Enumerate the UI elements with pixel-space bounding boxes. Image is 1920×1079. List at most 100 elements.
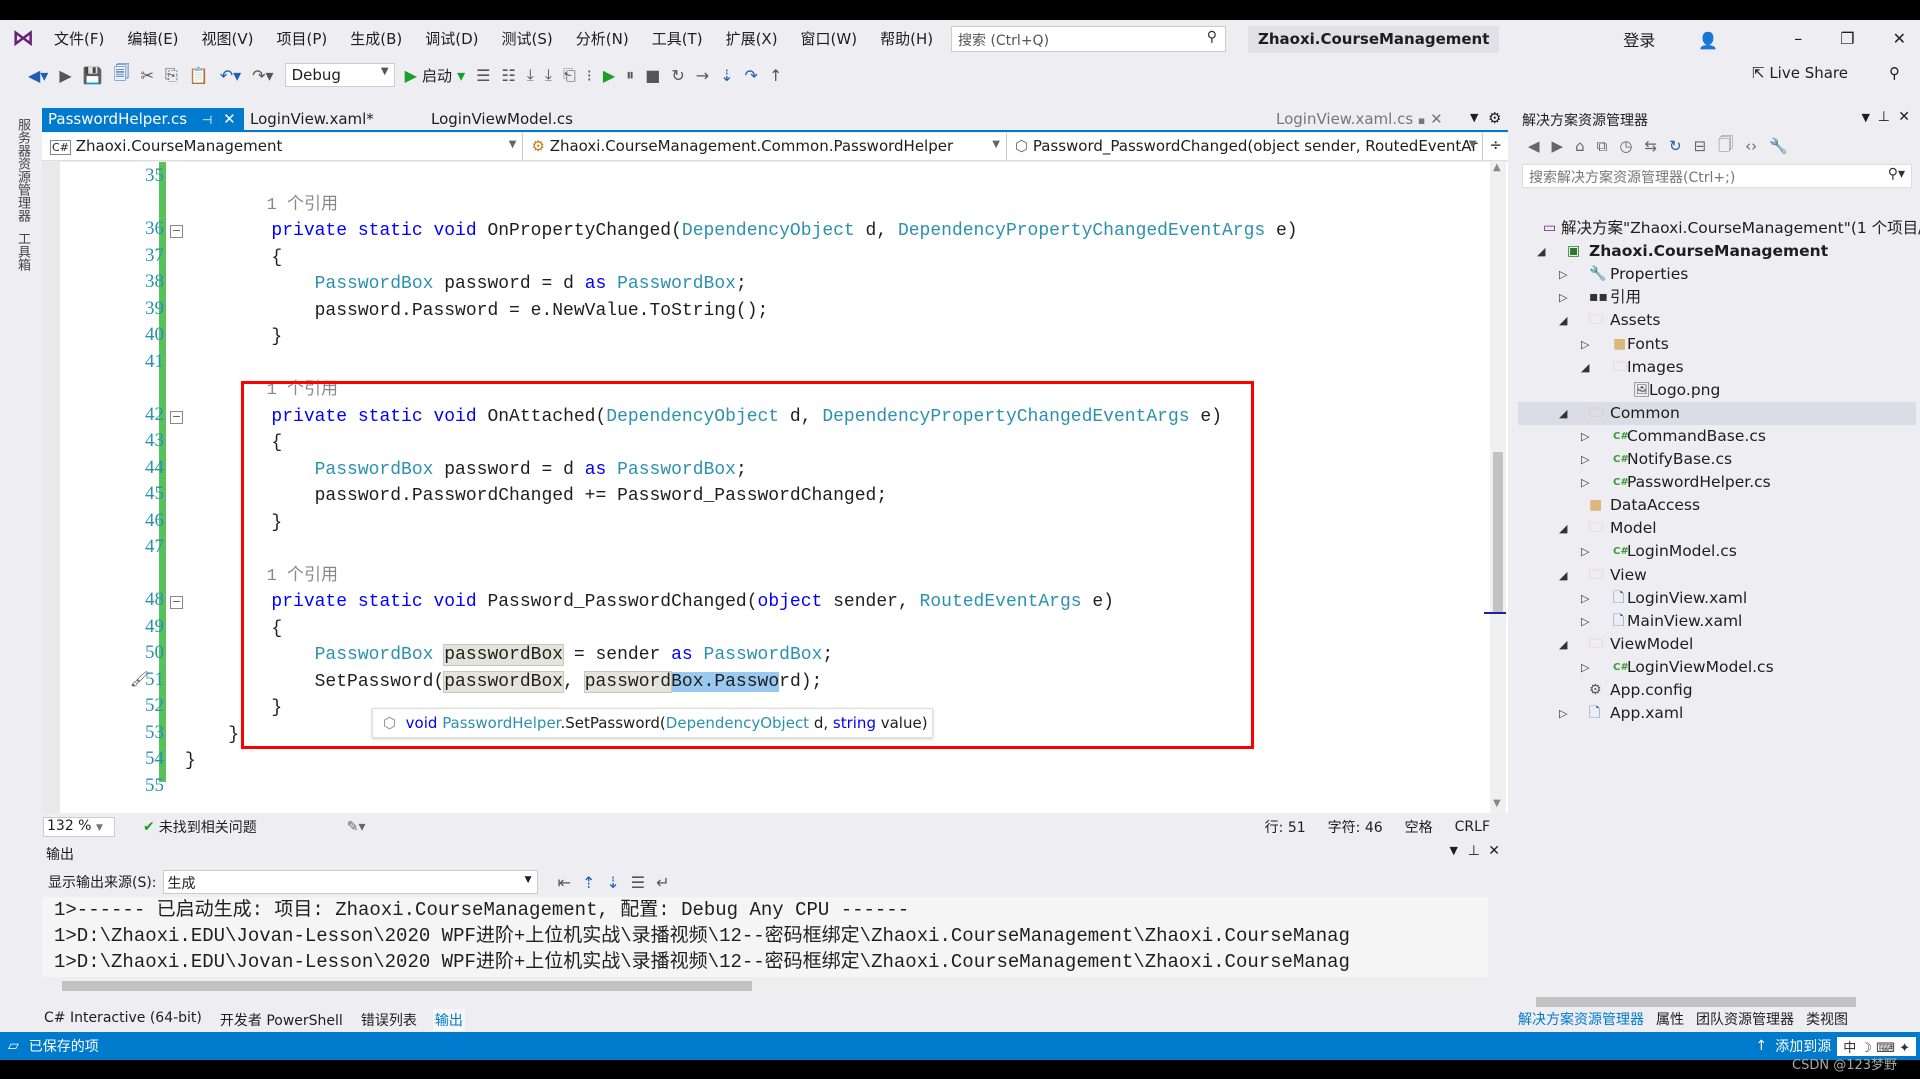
restore-button[interactable]: ❐ [1840, 29, 1854, 48]
tab-developer-powershell[interactable]: 开发者 PowerShell [218, 1009, 345, 1031]
tree-node[interactable]: ▷ 🗋 MainView.xaml [1518, 610, 1916, 633]
expanded-arrow-icon[interactable]: ◢ [1559, 309, 1567, 332]
member-dropdown[interactable]: ⬡ Password_PasswordChanged(object sender… [1007, 133, 1484, 160]
pending-changes-icon[interactable]: ◷ [1619, 137, 1632, 155]
configuration-dropdown[interactable]: Debug ▼ [284, 63, 395, 87]
tree-node[interactable]: ▷ C# LoginModel.cs [1518, 540, 1916, 563]
tree-node[interactable]: ■ DataAccess [1518, 494, 1916, 517]
comment-icon[interactable]: ☰ [476, 66, 490, 85]
home-icon[interactable]: ⌂ [1575, 137, 1585, 155]
menu-item[interactable]: 窗口(W) [801, 28, 858, 49]
class-dropdown[interactable]: ⚙ Zhaoxi.CourseManagement.Common.Passwor… [523, 133, 1007, 160]
scroll-down-icon[interactable]: ▼ [1493, 798, 1501, 809]
collapse-icon[interactable]: − [170, 596, 183, 609]
tab-class-view[interactable]: 类视图 [1806, 1009, 1848, 1029]
continue-icon[interactable]: ▶ [603, 66, 615, 85]
menu-item[interactable]: 分析(N) [576, 28, 629, 49]
cut-icon[interactable]: ✂ [141, 66, 154, 85]
editor-vertical-scrollbar[interactable]: ▲ ▼ [1484, 162, 1506, 813]
close-panel-icon[interactable]: ✕ [1898, 109, 1910, 125]
expanded-arrow-icon[interactable]: ◢ [1537, 240, 1545, 263]
menu-item[interactable]: 项目(P) [277, 28, 328, 49]
collapsed-arrow-icon[interactable]: ▷ [1559, 702, 1567, 725]
menu-item[interactable]: 帮助(H) [880, 28, 933, 49]
paste-icon[interactable]: 📋 [189, 66, 209, 85]
expanded-arrow-icon[interactable]: ◢ [1559, 517, 1567, 540]
collapse-icon[interactable]: − [170, 225, 183, 238]
bookmark-icon[interactable]: ⎗ [563, 65, 576, 85]
refresh-icon[interactable]: ↻ [1669, 137, 1682, 155]
menu-item[interactable]: 扩展(X) [726, 28, 778, 49]
tree-node[interactable]: ▷ ■ Fonts [1518, 333, 1916, 356]
close-tab-icon[interactable]: ✕ [223, 110, 236, 128]
tree-node[interactable]: ▷ 🗋 LoginView.xaml [1518, 587, 1916, 610]
word-wrap-icon[interactable]: ↵ [656, 873, 669, 892]
expanded-arrow-icon[interactable]: ◢ [1559, 633, 1567, 656]
tree-node[interactable]: ▭ 解决方案"Zhaoxi.CourseManagement"(1 个项目/共 [1518, 217, 1920, 240]
search-input[interactable]: 搜索 (Ctrl+Q) ⚲ [951, 26, 1226, 52]
line-ending-indicator[interactable]: CRLF [1455, 819, 1490, 835]
whitespace-indicator[interactable]: 空格 [1405, 817, 1433, 837]
menu-item[interactable]: 测试(S) [502, 28, 553, 49]
breakpoint-icon[interactable]: ⁝ [587, 66, 592, 85]
step-into-icon[interactable]: ⤓ [527, 65, 534, 85]
back-icon[interactable]: ◀ [1528, 137, 1540, 155]
forward-icon[interactable]: ▶ [1552, 137, 1564, 155]
close-window-button[interactable]: ✕ [1893, 29, 1906, 48]
collapsed-arrow-icon[interactable]: ▷ [1581, 425, 1589, 448]
minimize-button[interactable]: – [1794, 29, 1802, 48]
issues-status[interactable]: 未找到相关问题 [159, 817, 257, 837]
collapsed-arrow-icon[interactable]: ▷ [1581, 448, 1589, 471]
close-panel-icon[interactable]: ✕ [1488, 843, 1500, 859]
next-message-icon[interactable]: ⇣ [606, 873, 619, 892]
expanded-arrow-icon[interactable]: ◢ [1559, 564, 1567, 587]
code-editor[interactable]: 35 1 个引用 36− private static void OnProper… [42, 162, 1508, 813]
switch-views-icon[interactable]: ⧉ [1597, 137, 1608, 155]
tree-node[interactable]: ◢ 🗀 Common [1518, 401, 1916, 425]
tree-node[interactable]: ▷ 🔧 Properties [1518, 263, 1916, 286]
show-all-files-icon[interactable]: 🗍 [1718, 134, 1733, 159]
tree-node[interactable]: 🖼 Logo.png [1518, 379, 1916, 402]
clear-all-icon[interactable]: ☰ [631, 873, 645, 892]
tab-list-dropdown-icon[interactable]: ▼ [1470, 111, 1478, 124]
menu-item[interactable]: 调试(D) [425, 28, 478, 49]
menu-item[interactable]: 视图(V) [202, 28, 254, 49]
tab-team-explorer[interactable]: 团队资源管理器 [1696, 1009, 1794, 1029]
tree-node[interactable]: ▷ C# CommandBase.cs [1518, 425, 1916, 448]
pause-icon[interactable]: ⏸ [626, 65, 634, 85]
output-text[interactable]: 1>------ 已启动生成: 项目: Zhaoxi.CourseManagem… [42, 897, 1488, 977]
collapse-all-icon[interactable]: ⊟ [1694, 137, 1707, 155]
output-source-dropdown[interactable]: 生成 ▼ [162, 870, 538, 894]
menu-item[interactable]: 编辑(E) [127, 28, 178, 49]
sync-icon[interactable]: ⇆ [1644, 137, 1657, 155]
tab-properties[interactable]: 属性 [1656, 1009, 1684, 1029]
ime-toolbar[interactable]: 中 ☽ ⌨ ✦ [1837, 1036, 1916, 1056]
tab-error-list[interactable]: 错误列表 [359, 1009, 419, 1031]
split-editor-icon[interactable]: ÷ [1483, 133, 1508, 160]
scrollbar-thumb[interactable] [1493, 452, 1503, 612]
live-share-button[interactable]: ⇱ Live Share [1752, 64, 1848, 82]
tab-output[interactable]: 输出 [432, 1009, 465, 1031]
tree-node[interactable]: ◢ 🗀 Model [1518, 517, 1916, 540]
collapsed-arrow-icon[interactable]: ▷ [1559, 286, 1567, 309]
stop-icon[interactable]: ■ [645, 66, 660, 85]
tree-node[interactable]: ▷ C# LoginViewModel.cs [1518, 656, 1916, 679]
uncomment-icon[interactable]: ☷ [501, 66, 515, 85]
save-icon[interactable]: 💾 [83, 66, 103, 85]
pin-icon[interactable]: ⊣ [202, 113, 212, 127]
step-into-debug-icon[interactable]: ⇣ [720, 66, 733, 85]
properties-icon[interactable]: 🔧 [1769, 137, 1788, 155]
solution-search-input[interactable]: 搜索解决方案资源管理器(Ctrl+;) ⚲▾ [1522, 164, 1912, 188]
panel-menu-icon[interactable]: ▼ [1450, 844, 1458, 857]
tab-csharp-interactive[interactable]: C# Interactive (64-bit) [42, 1009, 204, 1031]
zoom-dropdown[interactable]: 132 % ▼ [43, 817, 115, 837]
server-explorer-tab[interactable]: 服务器资源管理器 [13, 118, 32, 222]
expanded-arrow-icon[interactable]: ◢ [1559, 402, 1567, 425]
collapsed-arrow-icon[interactable]: ▷ [1581, 540, 1589, 563]
tree-node[interactable]: ◢ 🗀 ViewModel [1518, 633, 1916, 656]
keep-open-icon[interactable]: ▪ [1418, 114, 1425, 127]
menu-item[interactable]: 生成(B) [350, 28, 402, 49]
start-button[interactable]: ▶ 启动 ▾ [405, 65, 466, 86]
panel-menu-icon[interactable]: ▼ [1862, 111, 1870, 124]
collapsed-arrow-icon[interactable]: ▷ [1581, 610, 1589, 633]
